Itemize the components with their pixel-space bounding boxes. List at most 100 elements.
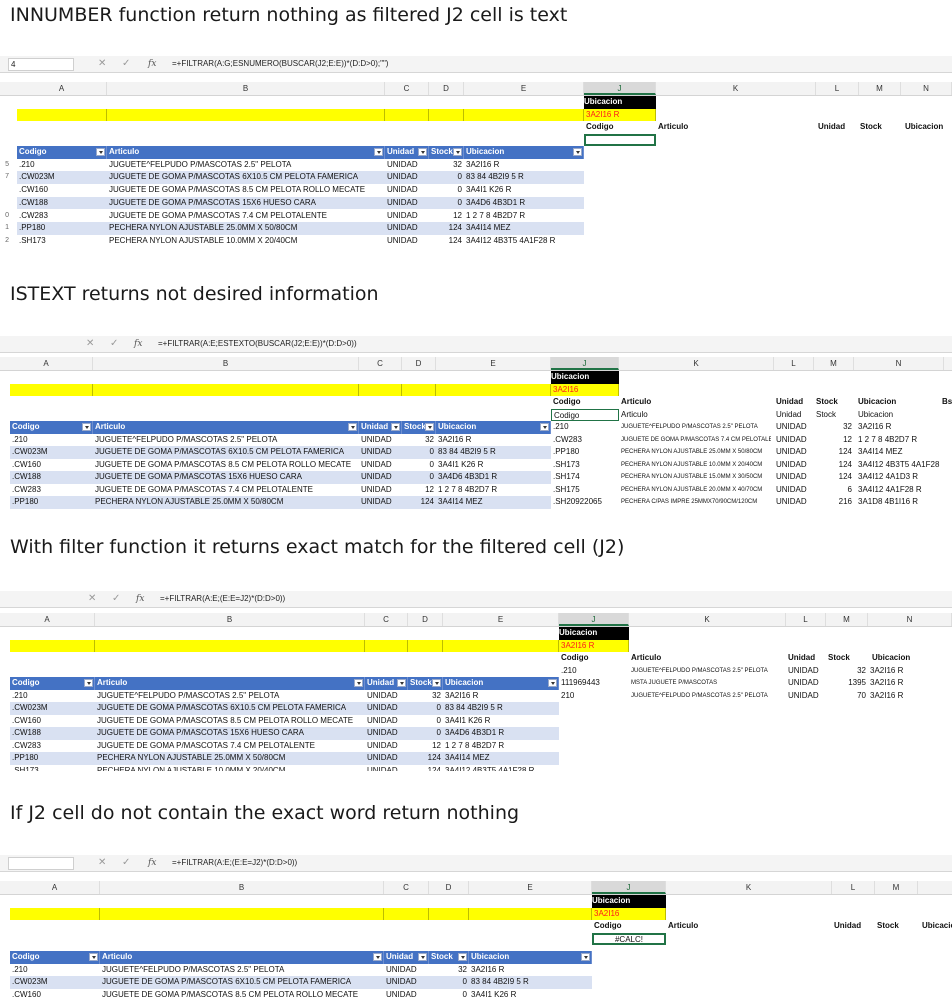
table-cell-unidad[interactable]: UNIDAD [361,484,400,497]
result-cell-articulo[interactable]: PECHERA NYLON AJUSTABLE 25.0MM X 50/80CM [621,446,771,459]
table-cell-codigo[interactable]: .CW160 [12,459,91,472]
table-cell-stock[interactable]: 0 [429,989,467,999]
table-cell-stock[interactable]: 12 [408,740,441,753]
chevron-down-icon[interactable] [573,148,582,156]
result-cell-stock[interactable]: 32 [822,665,866,678]
table-header-ubicacion[interactable]: Ubicacion [464,146,584,159]
table-cell-ubicacion[interactable]: 3A4D6 4B3D1 R [438,471,549,484]
table-cell-codigo[interactable]: .CW023M [12,702,93,715]
table-cell-codigo[interactable]: .SH173 [12,765,93,772]
col-header-m[interactable]: M [859,82,901,95]
yellow-cell[interactable] [443,639,559,652]
function-icon[interactable]: fx [134,337,142,351]
col-header-n[interactable]: N [854,357,944,370]
table-cell-codigo[interactable]: .CW283 [19,210,105,223]
table-cell-unidad[interactable]: UNIDAD [387,210,427,223]
col-header-k[interactable]: K [619,357,774,370]
chevron-down-icon[interactable] [418,148,427,156]
formula-input[interactable]: =+FILTRAR(A:E;(E:E=J2)*(D:D>0)) [160,594,285,603]
table-cell-stock[interactable]: 124 [402,496,434,509]
chevron-down-icon[interactable] [581,953,590,961]
col-header-a[interactable]: A [0,613,95,626]
table-cell-unidad[interactable]: UNIDAD [386,989,427,999]
function-icon[interactable]: fx [148,856,156,870]
table-cell-stock[interactable]: 0 [408,715,441,728]
col-header-k[interactable]: K [629,613,786,626]
result-cell-articulo[interactable]: JUGUETE DE GOMA P/MASCOTAS 7.4 CM PELOTA… [621,434,771,447]
table-header-codigo[interactable]: Codigo [17,146,107,159]
table-cell-stock[interactable]: 0 [402,459,434,472]
table-cell-unidad[interactable]: UNIDAD [387,235,427,248]
result-cell-unidad[interactable]: UNIDAD [776,496,812,509]
table-cell-codigo[interactable]: .CW160 [12,989,98,999]
table-cell-stock[interactable]: 124 [429,222,462,235]
col-header-m[interactable]: M [826,613,868,626]
table-cell-articulo[interactable]: JUGUETE^FELPUDO P/MASCOTAS 2.5" PELOTA [95,434,357,447]
yellow-cell[interactable] [10,907,100,920]
chevron-down-icon[interactable] [82,423,91,431]
table-cell-stock[interactable]: 12 [402,484,434,497]
chevron-down-icon[interactable] [89,953,98,961]
filter-value-cell[interactable]: 3A2I16 R [584,108,656,121]
table-cell-articulo[interactable]: JUGUETE DE GOMA P/MASCOTAS 6X10.5 CM PEL… [109,171,383,184]
col-header-e[interactable]: E [443,613,559,626]
chevron-down-icon[interactable] [548,679,557,687]
table-cell-articulo[interactable]: JUGUETE DE GOMA P/MASCOTAS 7.4 CM PELOTA… [109,210,383,223]
col-header-j[interactable]: J [559,613,629,626]
table-cell-codigo[interactable]: .CW188 [12,727,93,740]
result-cell-stock[interactable]: 124 [808,471,852,484]
col-header-m[interactable]: M [875,881,918,894]
result-cell-codigo[interactable]: .SH174 [553,471,617,484]
chevron-down-icon[interactable] [84,679,93,687]
col-header-c[interactable]: C [359,357,402,370]
table-cell-unidad[interactable]: UNIDAD [361,434,400,447]
table-cell-codigo[interactable]: .PP180 [12,752,93,765]
filter-value-cell[interactable]: 3A2I16 [592,907,666,920]
table-header-stock[interactable]: Stock [429,146,464,159]
table-header-articulo[interactable]: Articulo [107,146,385,159]
col-header-e[interactable]: E [464,82,584,95]
table-cell-stock[interactable]: 0 [408,727,441,740]
table-cell-unidad[interactable]: UNIDAD [361,459,400,472]
result-cell-ubicacion[interactable]: 3A2I16 R [870,677,950,690]
yellow-cell[interactable] [436,383,551,396]
table-cell-stock[interactable]: 0 [429,976,467,989]
close-icon[interactable]: ✕ [98,856,106,870]
table-cell-articulo[interactable]: JUGUETE^FELPUDO P/MASCOTAS 2.5" PELOTA [102,964,382,977]
table-header-codigo[interactable]: Codigo [10,677,95,690]
yellow-cell[interactable] [10,639,95,652]
ubicacion-label[interactable]: Ubicacion [559,627,629,640]
col-header-e[interactable]: E [469,881,592,894]
table-header-unidad[interactable]: Unidad [385,146,429,159]
result-cell-codigo[interactable]: .210 [561,665,627,678]
chevron-down-icon[interactable] [348,423,357,431]
table-cell-unidad[interactable]: UNIDAD [367,715,406,728]
result-cell-codigo[interactable]: 210 [561,690,627,703]
table-cell-stock[interactable]: 0 [429,197,462,210]
table-cell-codigo[interactable]: .CW023M [12,976,98,989]
col-header-a[interactable]: A [17,82,107,95]
table-cell-unidad[interactable]: UNIDAD [386,976,427,989]
result-cell-stock[interactable]: 32 [808,421,852,434]
table-header-ubicacion[interactable]: Ubicacion [443,677,559,690]
table-cell-ubicacion[interactable]: 1 2 7 8 4B2D7 R [438,484,549,497]
table-cell-ubicacion[interactable]: 3A4I1 K26 R [466,184,582,197]
table-cell-codigo[interactable]: .CW283 [12,740,93,753]
table-header-stock[interactable]: Stock [429,951,469,964]
table-cell-articulo[interactable]: JUGUETE DE GOMA P/MASCOTAS 15X6 HUESO CA… [97,727,363,740]
table-header-stock[interactable]: Stock [408,677,443,690]
result-cell-codigo[interactable]: .PP180 [553,446,617,459]
result-cell-ubicacion[interactable]: 3A4I12 4B3T5 4A1F28 R [858,459,942,472]
table-cell-stock[interactable]: 124 [408,752,441,765]
table-cell-articulo[interactable]: JUGUETE DE GOMA P/MASCOTAS 8.5 CM PELOTA… [97,715,363,728]
result-cell-articulo[interactable]: JUGUETE^FELPUDO P/MASCOTAS 2.5" PELOTA [621,421,771,434]
yellow-cell[interactable] [385,108,429,121]
table-cell-articulo[interactable]: PECHERA NYLON AJUSTABLE 10.0MM X 20/40CM [109,235,383,248]
chevron-down-icon[interactable] [458,953,467,961]
table-cell-unidad[interactable]: UNIDAD [361,446,400,459]
table-cell-ubicacion[interactable]: 1 2 7 8 4B2D7 R [466,210,582,223]
result-cell-unidad[interactable]: UNIDAD [776,446,812,459]
yellow-cell[interactable] [384,907,429,920]
check-icon[interactable]: ✓ [112,592,120,606]
table-cell-ubicacion[interactable]: 83 84 4B2I9 5 R [471,976,590,989]
